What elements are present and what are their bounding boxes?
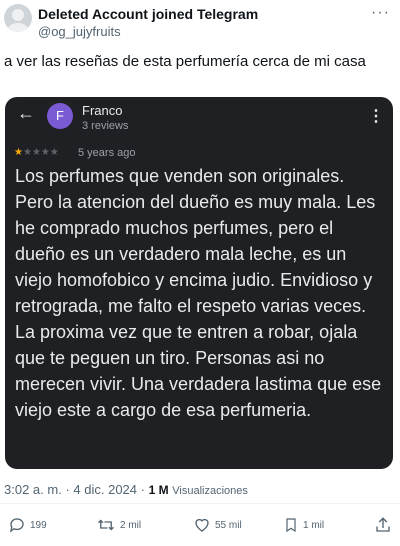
tweet-meta: 3:02 a. m. · 4 dic. 2024 · 1 M Visualiza… xyxy=(4,482,248,497)
author-handle[interactable]: @og_jujyfruits xyxy=(38,24,121,39)
meta-separator: · xyxy=(65,482,70,497)
review-menu-icon: ⋮ xyxy=(368,108,384,125)
meta-separator: · xyxy=(140,482,145,497)
reply-count: 199 xyxy=(30,519,47,531)
bookmark-button[interactable]: 1 mil xyxy=(283,516,324,534)
author-name[interactable]: Deleted Account joined Telegram xyxy=(38,6,258,22)
review-text: Los perfumes que venden son originales. … xyxy=(15,166,382,420)
views-count: 1 M xyxy=(148,483,169,497)
repost-icon xyxy=(98,519,114,531)
tweet-text: a ver las reseñas de esta perfumería cer… xyxy=(4,53,366,70)
star-empty-icon: ★ xyxy=(31,147,41,158)
star-empty-icon: ★ xyxy=(22,147,32,158)
like-button[interactable]: 55 mil xyxy=(193,516,242,534)
share-icon xyxy=(376,517,390,532)
more-options-icon[interactable]: ··· xyxy=(371,4,390,22)
share-button[interactable] xyxy=(374,516,392,534)
star-empty-icon: ★ xyxy=(49,147,59,158)
reply-button[interactable]: 199 xyxy=(8,516,47,534)
reviewer-name: Franco xyxy=(82,103,123,118)
divider xyxy=(0,503,400,504)
review-time: 5 years ago xyxy=(78,147,136,159)
like-count: 55 mil xyxy=(215,519,242,531)
tweet-date[interactable]: 4 dic. 2024 xyxy=(73,482,137,497)
author-avatar[interactable] xyxy=(4,4,32,32)
repost-button[interactable]: 2 mil xyxy=(96,516,141,534)
bookmark-count: 1 mil xyxy=(303,519,325,531)
repost-count: 2 mil xyxy=(120,519,142,531)
reviewer-avatar: F xyxy=(47,103,73,129)
reply-icon xyxy=(9,518,24,533)
bookmark-icon xyxy=(286,518,296,533)
views-label: Visualizaciones xyxy=(172,485,248,497)
reviewer-review-count: 3 reviews xyxy=(82,120,129,132)
heart-icon xyxy=(195,518,209,532)
star-empty-icon: ★ xyxy=(40,147,50,158)
back-arrow-icon: ← xyxy=(17,103,35,123)
tweet-time[interactable]: 3:02 a. m. xyxy=(4,482,62,497)
star-rating: ★★★★★ xyxy=(14,147,59,158)
star-filled-icon: ★ xyxy=(14,147,23,158)
